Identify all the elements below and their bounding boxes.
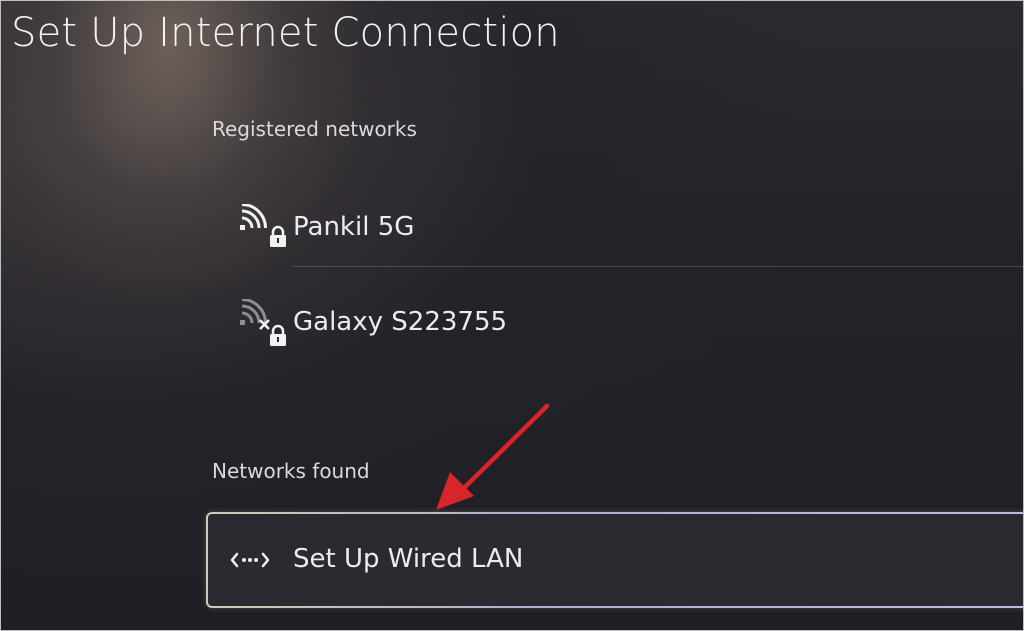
wifi-unavailable-locked-icon: [240, 299, 286, 346]
registered-networks-heading: Registered networks: [212, 117, 417, 141]
networks-found-heading: Networks found: [212, 459, 370, 483]
network-setup-screen: Set Up Internet Connection Registered ne…: [0, 0, 1024, 631]
wired-lan-icon: [230, 552, 270, 568]
wifi-locked-icon: [240, 204, 286, 247]
network-item-galaxy[interactable]: Galaxy S223755: [230, 299, 1024, 359]
wired-lan-label: Set Up Wired LAN: [293, 544, 524, 574]
network-item-pankil-5g[interactable]: Pankil 5G: [230, 204, 1024, 264]
set-up-wired-lan-button[interactable]: Set Up Wired LAN: [206, 512, 1024, 608]
annotation-arrow: [436, 403, 550, 510]
network-name: Galaxy S223755: [293, 307, 508, 337]
page-title: Set Up Internet Connection: [11, 10, 560, 56]
network-name: Pankil 5G: [293, 212, 415, 242]
divider: [292, 266, 1024, 267]
